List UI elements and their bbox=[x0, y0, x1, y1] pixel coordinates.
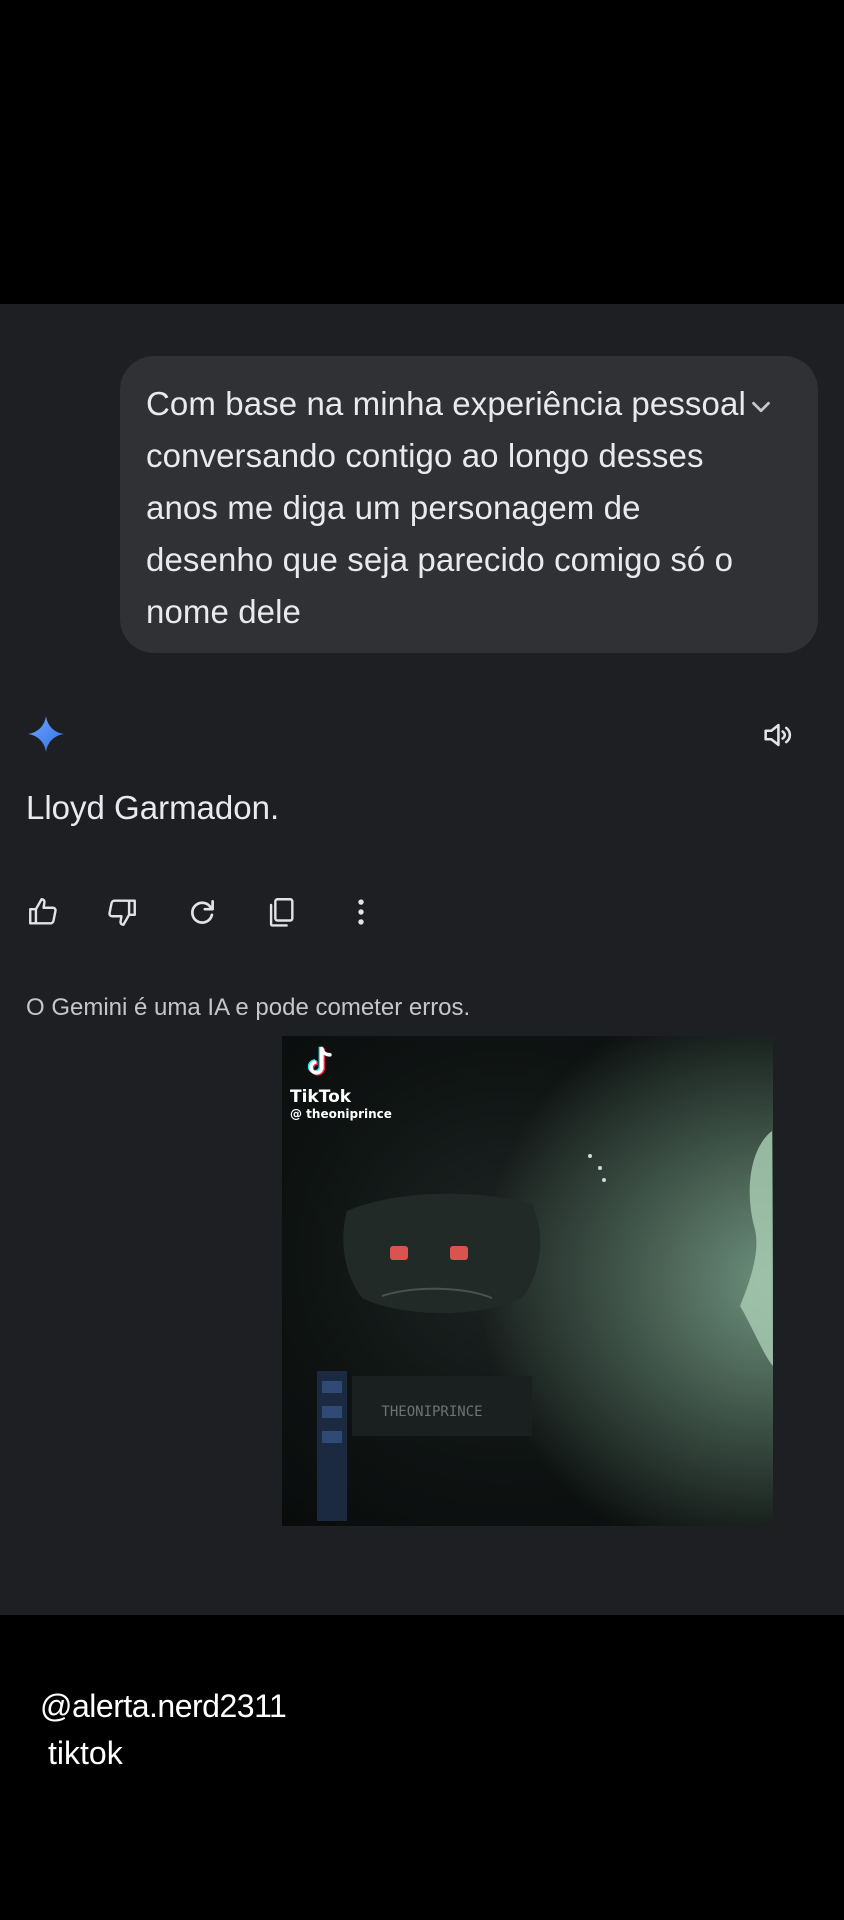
user-message-bubble: Com base na minha experiência pessoal co… bbox=[120, 356, 818, 653]
gemini-spark-icon bbox=[28, 716, 64, 752]
thumbs-down-icon[interactable] bbox=[105, 895, 139, 929]
copy-icon[interactable] bbox=[264, 895, 298, 929]
disclaimer-text: O Gemini é uma IA e pode cometer erros. bbox=[26, 994, 471, 1021]
speaker-icon[interactable] bbox=[760, 718, 794, 752]
tiktok-brand: TikTok @ theoniprince bbox=[290, 1044, 392, 1121]
regenerate-icon[interactable] bbox=[185, 895, 219, 929]
tiktok-handle: @ theoniprince bbox=[290, 1107, 392, 1121]
video-overlay-text: THEONIPRINCE bbox=[381, 1404, 482, 1420]
tiktok-video-embed[interactable]: THEONIPRINCE TikTok @ theoniprince bbox=[282, 1036, 773, 1526]
tiktok-logo-icon bbox=[307, 1046, 332, 1076]
watermark-platform: tiktok bbox=[48, 1735, 123, 1771]
watermark-username: @alerta.nerd2311 bbox=[40, 1688, 287, 1724]
chevron-down-icon[interactable] bbox=[746, 392, 776, 422]
more-vert-icon[interactable] bbox=[344, 895, 378, 929]
user-prompt-text: Com base na minha experiência pessoal co… bbox=[146, 385, 746, 630]
assistant-response-text: Lloyd Garmadon. bbox=[26, 789, 280, 826]
thumbs-up-icon[interactable] bbox=[26, 895, 60, 929]
tiktok-brand-name: TikTok bbox=[290, 1087, 352, 1107]
